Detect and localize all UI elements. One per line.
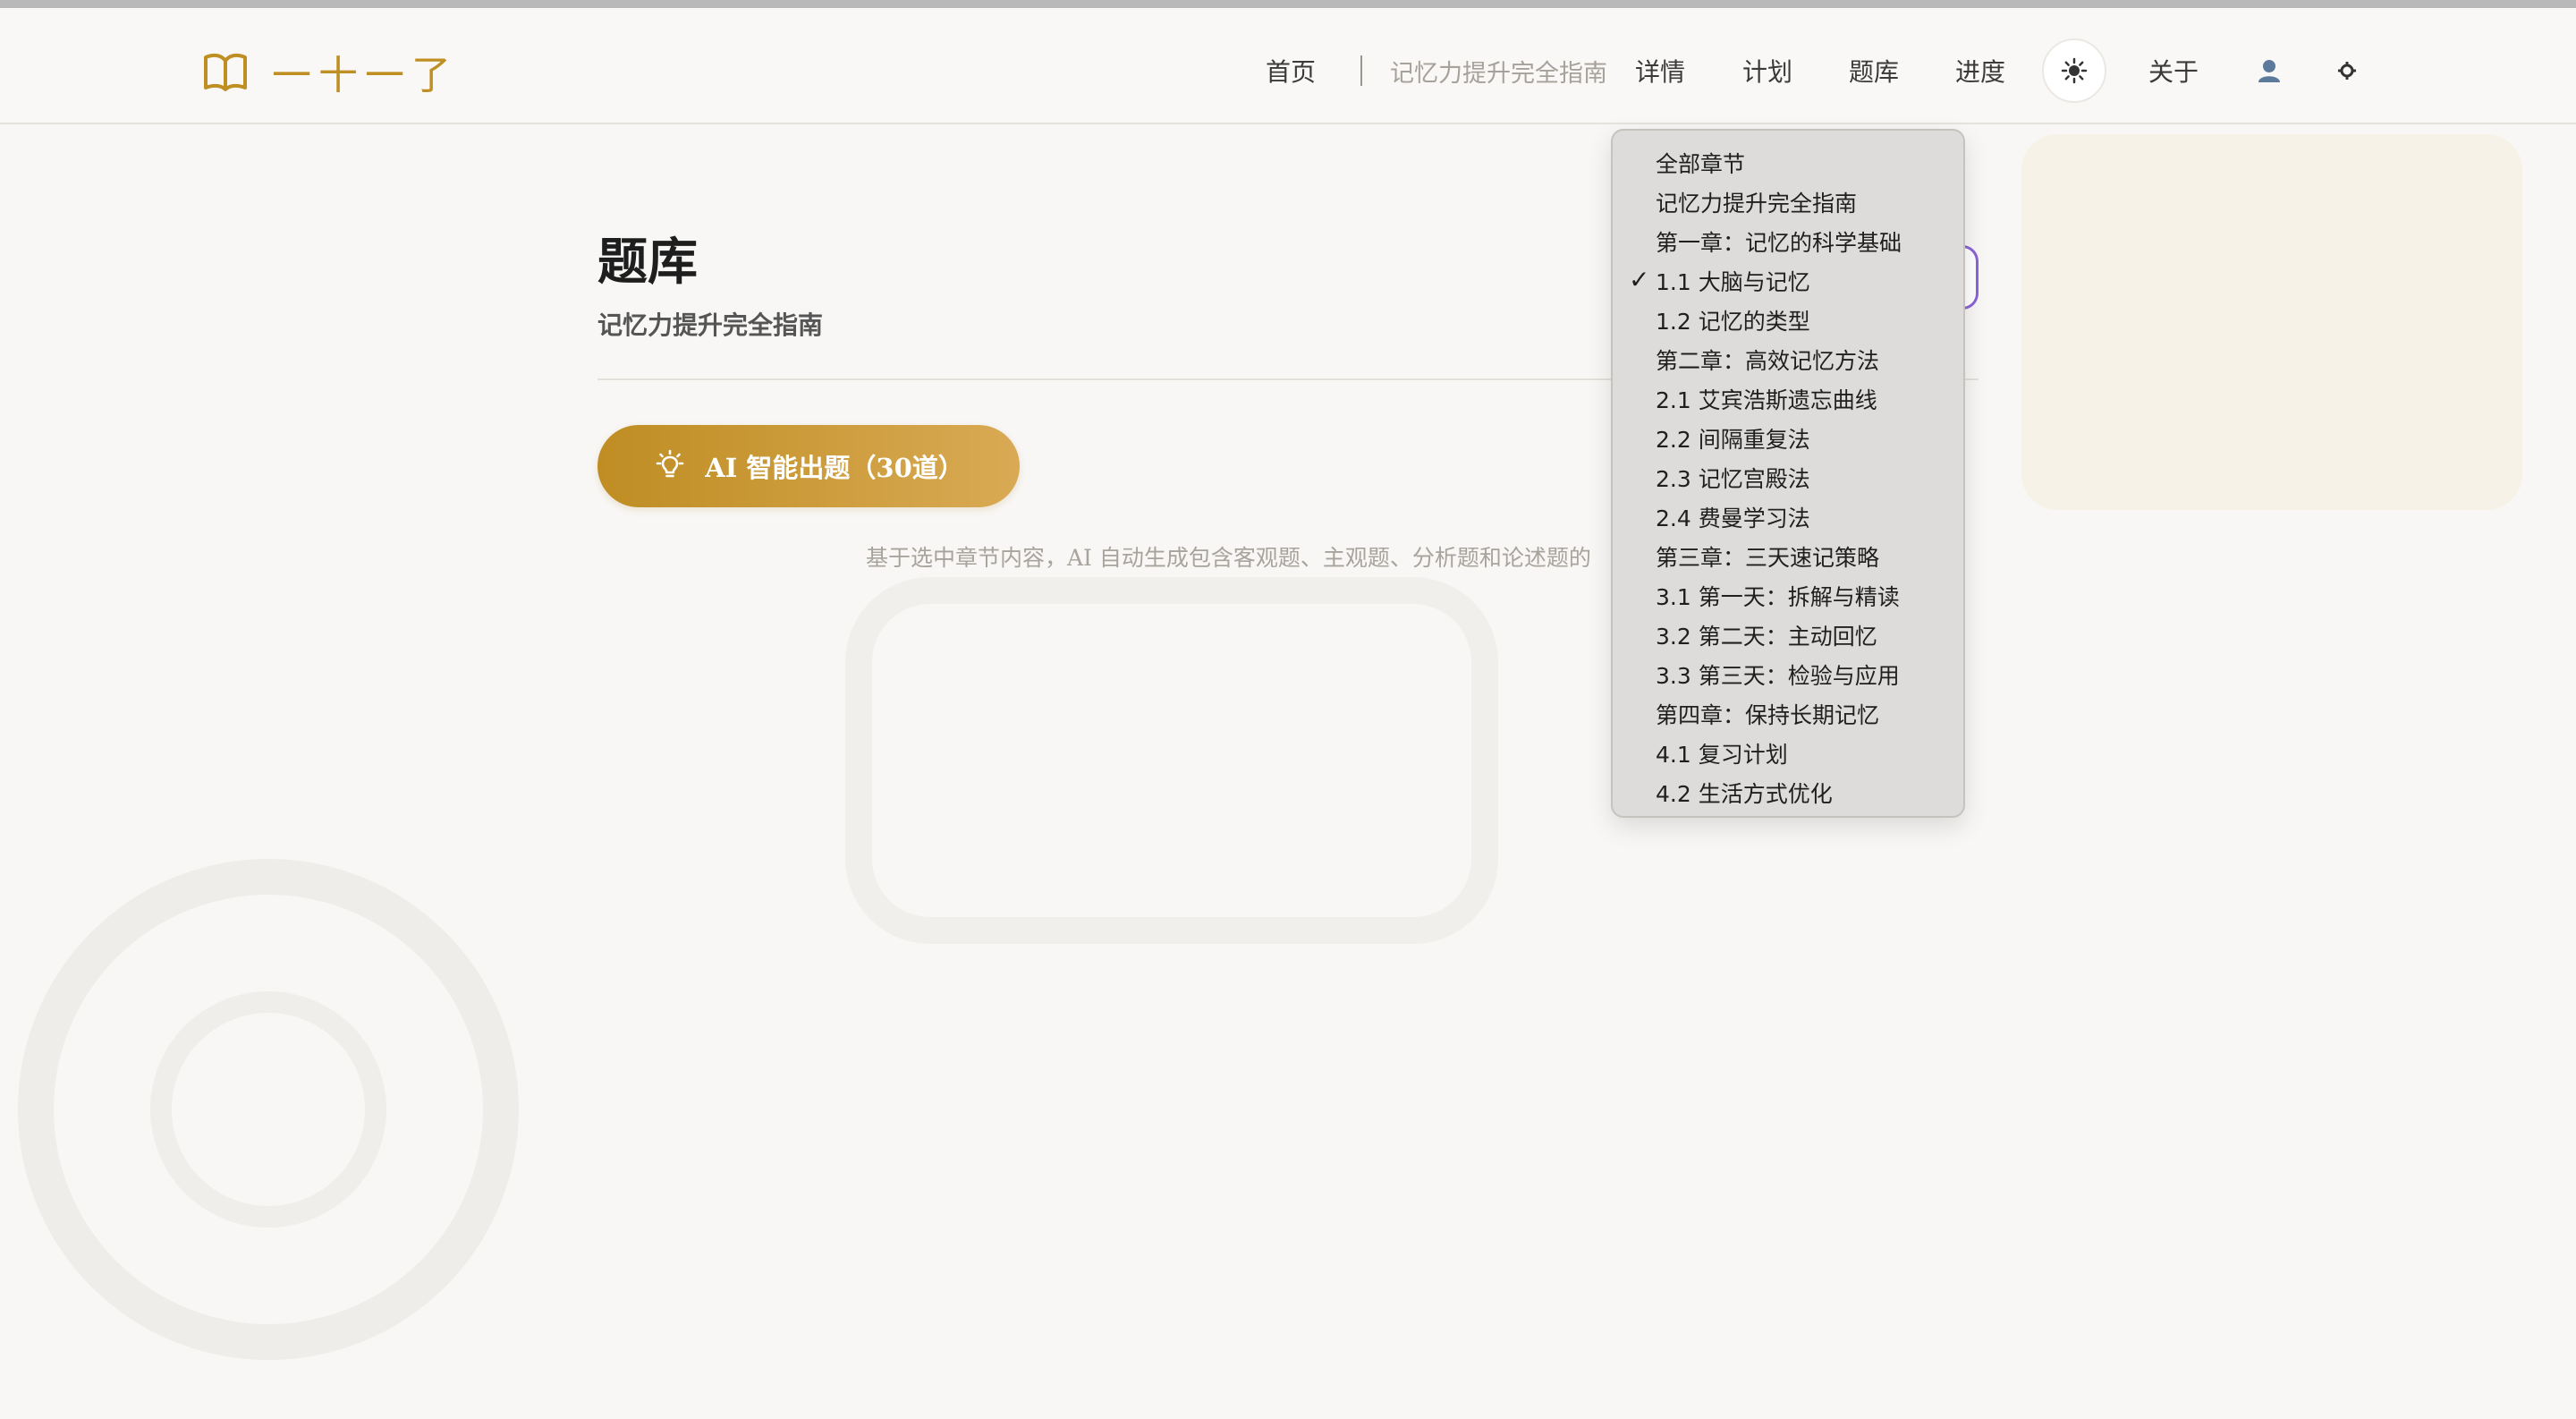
theme-toggle[interactable] (2042, 38, 2106, 103)
checkmark-icon: ✓ (1629, 265, 1650, 294)
chapter-option[interactable]: 2.3 记忆宫殿法 (1613, 458, 1963, 497)
chapter-option[interactable]: 1.2 记忆的类型 (1613, 301, 1963, 340)
nav-question-bank-label: 题库 (1849, 57, 1900, 87)
lightbulb-icon (656, 449, 684, 478)
chapter-option[interactable]: 3.3 第三天：检验与应用 (1613, 655, 1963, 694)
top-navbar: 一十一了 首页 记忆力提升完全指南 详情 计划 题库 进度 关于 (0, 8, 2576, 124)
brand-name: 一十一了 (272, 53, 458, 98)
chapter-option[interactable]: 第三章：三天速记策略 (1613, 537, 1963, 576)
nav-about-label: 关于 (2148, 57, 2199, 87)
chapter-option-label: 3.1 第一天：拆解与精读 (1656, 584, 1900, 610)
chapter-option-label: 第二章：高效记忆方法 (1656, 348, 1880, 374)
gear-icon (2338, 62, 2356, 80)
chapter-option-label: 4.1 复习计划 (1656, 742, 1788, 768)
sun-icon (2061, 57, 2088, 84)
chapter-option-label: 1.2 记忆的类型 (1656, 309, 1810, 335)
chapter-option-label: 第三章：三天速记策略 (1656, 545, 1880, 571)
chapter-option-label: 3.2 第二天：主动回忆 (1656, 624, 1877, 650)
nav-details-label: 详情 (1635, 57, 1686, 87)
chapter-option-label: 第四章：保持长期记忆 (1656, 702, 1880, 728)
nav-home-label: 首页 (1266, 57, 1317, 87)
chapter-option-label: 1.1 大脑与记忆 (1656, 269, 1810, 295)
nav-about[interactable]: 关于 (2148, 44, 2199, 98)
nav-question-bank[interactable]: 题库 (1849, 44, 1899, 98)
generation-hint: 基于选中章节内容，AI 自动生成包含客观题、主观题、分析题和论述题的 (866, 545, 1591, 571)
ai-generate-button[interactable]: AI 智能出题（30道） (597, 425, 1020, 507)
chapter-option-label: 3.3 第三天：检验与应用 (1656, 663, 1900, 689)
user-icon (2258, 60, 2280, 82)
chapter-option-label: 2.3 记忆宫殿法 (1656, 466, 1810, 492)
current-book-label: 记忆力提升完全指南 (1390, 59, 1607, 88)
chapter-option-label: 2.4 费曼学习法 (1656, 506, 1810, 531)
chapter-option[interactable]: 3.1 第一天：拆解与精读 (1613, 576, 1963, 616)
chapter-option[interactable]: 3.2 第二天：主动回忆 (1613, 616, 1963, 655)
chapter-option-label: 2.1 艾宾浩斯遗忘曲线 (1656, 387, 1877, 413)
settings-button[interactable] (2336, 44, 2358, 98)
chapter-option-label: 4.2 生活方式优化 (1656, 781, 1833, 807)
chapter-option-label: 记忆力提升完全指南 (1656, 191, 1858, 217)
user-button[interactable] (2256, 44, 2283, 98)
chapter-option[interactable]: 2.2 间隔重复法 (1613, 419, 1963, 458)
nav-plan-label: 计划 (1742, 57, 1793, 87)
nav-separator (1360, 44, 1362, 98)
chapter-option[interactable]: 第四章：保持长期记忆 (1613, 694, 1963, 734)
nav-progress[interactable]: 进度 (1955, 44, 2005, 98)
page-subtitle: 记忆力提升完全指南 (597, 310, 824, 340)
open-book-icon (204, 53, 247, 91)
nav-current-book[interactable]: 记忆力提升完全指南 (1390, 44, 1607, 98)
chapter-option[interactable]: 第二章：高效记忆方法 (1613, 340, 1963, 379)
background-decoration (18, 134, 2522, 1360)
chapter-option[interactable]: 记忆力提升完全指南 (1613, 183, 1963, 222)
chapter-option[interactable]: 2.4 费曼学习法 (1613, 497, 1963, 537)
chapter-option[interactable]: 全部章节 (1613, 143, 1963, 183)
chapter-dropdown-menu: 全部章节 记忆力提升完全指南 第一章：记忆的科学基础 ✓ 1.1 大脑与记忆 1.2 记忆… (1611, 129, 1965, 818)
chapter-option[interactable]: 4.1 复习计划 (1613, 734, 1963, 773)
window-top-edge (0, 0, 2576, 8)
chapter-option[interactable]: 2.1 艾宾浩斯遗忘曲线 (1613, 379, 1963, 419)
nav-progress-label: 进度 (1955, 57, 2006, 87)
chapter-option[interactable]: ✓ 1.1 大脑与记忆 (1613, 261, 1963, 301)
page-title: 题库 (597, 233, 698, 292)
theme-toggle-button[interactable] (2042, 38, 2106, 103)
chapter-option-label: 2.2 间隔重复法 (1656, 427, 1810, 453)
nav-plan[interactable]: 计划 (1742, 44, 1792, 98)
chapter-option-label: 全部章节 (1656, 151, 1746, 177)
nav-home[interactable]: 首页 (1266, 44, 1316, 98)
chapter-option[interactable]: 4.2 生活方式优化 (1613, 773, 1963, 812)
nav-details[interactable]: 详情 (1635, 44, 1685, 98)
chapter-option-label: 第一章：记忆的科学基础 (1656, 230, 1902, 256)
ai-generate-label: AI 智能出题（30道） (705, 453, 964, 483)
chapter-option[interactable]: 第一章：记忆的科学基础 (1613, 222, 1963, 261)
brand-logo[interactable]: 一十一了 (202, 47, 458, 98)
separator-line (1360, 55, 1362, 86)
